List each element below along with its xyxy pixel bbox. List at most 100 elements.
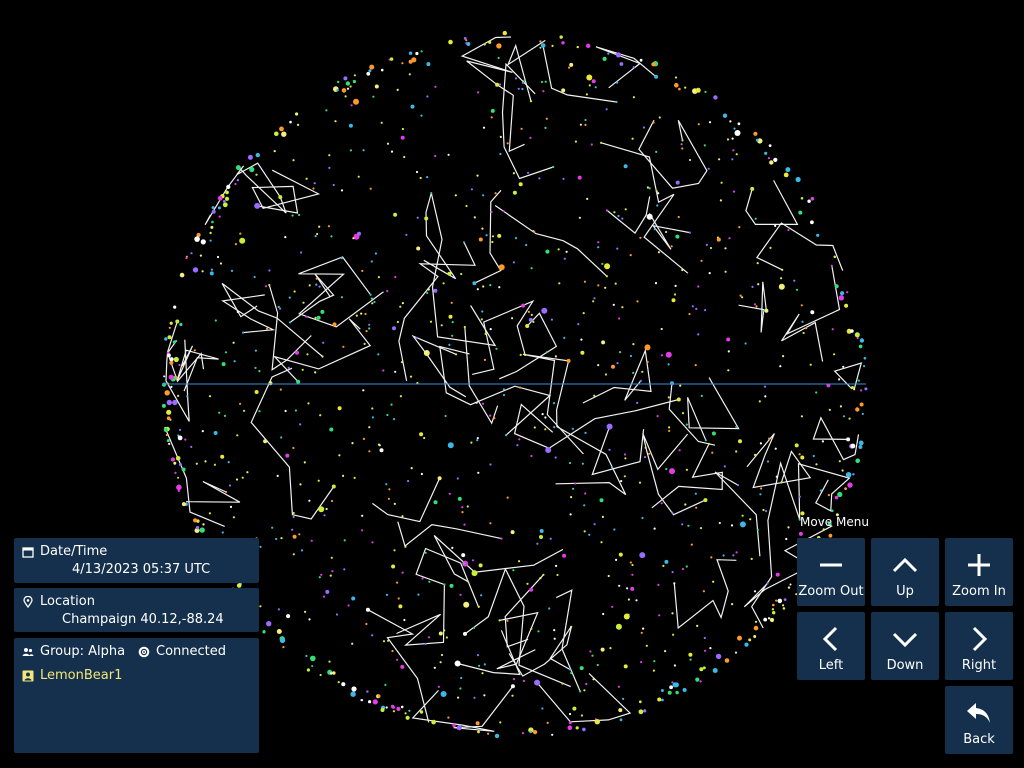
star	[235, 478, 239, 481]
star	[700, 394, 703, 397]
star	[579, 666, 584, 671]
star	[553, 426, 556, 429]
star	[177, 476, 180, 479]
star	[460, 676, 463, 680]
group-panel[interactable]: Group: Alpha Connected LemonBear1	[14, 638, 259, 753]
star	[506, 619, 509, 622]
star	[626, 587, 629, 590]
star	[672, 633, 675, 636]
star	[615, 52, 622, 58]
star	[532, 230, 535, 233]
star	[522, 679, 526, 683]
star	[461, 553, 466, 558]
star	[208, 512, 211, 515]
star	[556, 573, 559, 577]
star	[344, 95, 347, 98]
star	[859, 402, 864, 407]
star	[360, 312, 363, 315]
star	[850, 329, 854, 333]
star	[170, 457, 175, 462]
zoom-in-button[interactable]: Zoom In	[945, 538, 1013, 606]
star	[567, 725, 573, 730]
star	[555, 564, 558, 568]
star	[186, 395, 189, 398]
star	[214, 319, 217, 322]
star	[774, 447, 777, 450]
star	[681, 523, 684, 526]
star	[700, 259, 703, 262]
star	[512, 678, 516, 681]
star	[172, 340, 176, 344]
star	[391, 564, 396, 569]
star	[259, 605, 262, 608]
star	[394, 275, 397, 279]
star	[565, 250, 568, 253]
star	[377, 353, 380, 356]
star	[858, 440, 864, 446]
star	[674, 76, 678, 79]
right-button[interactable]: Right	[945, 612, 1013, 680]
star	[527, 171, 530, 174]
star	[568, 668, 571, 671]
star	[525, 324, 530, 328]
star	[294, 409, 297, 412]
left-button[interactable]: Left	[797, 612, 865, 680]
star	[419, 432, 424, 437]
star	[195, 526, 200, 530]
star	[224, 351, 228, 354]
star	[837, 491, 843, 498]
constellation-line	[251, 169, 321, 214]
star	[802, 331, 805, 335]
star	[488, 40, 492, 44]
star	[707, 442, 711, 445]
zoom-out-button[interactable]: Zoom Out	[797, 538, 865, 606]
star	[697, 123, 700, 126]
star	[675, 690, 679, 695]
star	[734, 130, 741, 136]
user-entry[interactable]: LemonBear1	[22, 668, 122, 683]
star	[499, 152, 502, 156]
star	[695, 307, 698, 310]
star	[161, 403, 166, 408]
star	[584, 123, 587, 126]
up-button[interactable]: Up	[871, 538, 939, 606]
star	[394, 370, 397, 373]
star	[168, 442, 171, 445]
star	[529, 730, 532, 734]
star	[449, 583, 454, 588]
star	[552, 402, 556, 405]
back-button[interactable]: Back	[945, 686, 1013, 754]
star	[643, 709, 647, 713]
star	[597, 246, 600, 249]
star	[733, 127, 736, 130]
star	[845, 472, 852, 478]
star	[591, 654, 594, 657]
star	[385, 706, 388, 709]
star	[578, 216, 582, 219]
move-menu-title: Move Menu	[800, 515, 869, 529]
star	[463, 601, 470, 608]
star	[810, 196, 815, 201]
star	[781, 268, 784, 271]
star	[221, 531, 224, 534]
star	[838, 378, 841, 381]
constellation-line	[833, 362, 863, 390]
star	[323, 514, 326, 517]
star	[463, 523, 466, 526]
datetime-panel[interactable]: Date/Time 4/13/2023 05:37 UTC	[14, 538, 259, 583]
star	[350, 691, 356, 697]
star	[351, 686, 357, 692]
star	[697, 285, 700, 288]
star	[211, 206, 215, 210]
star	[732, 149, 735, 152]
star	[544, 416, 547, 419]
star	[429, 320, 433, 323]
star	[713, 95, 718, 100]
star	[584, 492, 587, 495]
star	[498, 264, 505, 271]
star	[340, 189, 344, 192]
down-button[interactable]: Down	[871, 612, 939, 680]
star	[585, 682, 588, 686]
location-panel[interactable]: Location Champaign 40.12,-88.24	[14, 588, 259, 632]
star	[415, 51, 419, 56]
